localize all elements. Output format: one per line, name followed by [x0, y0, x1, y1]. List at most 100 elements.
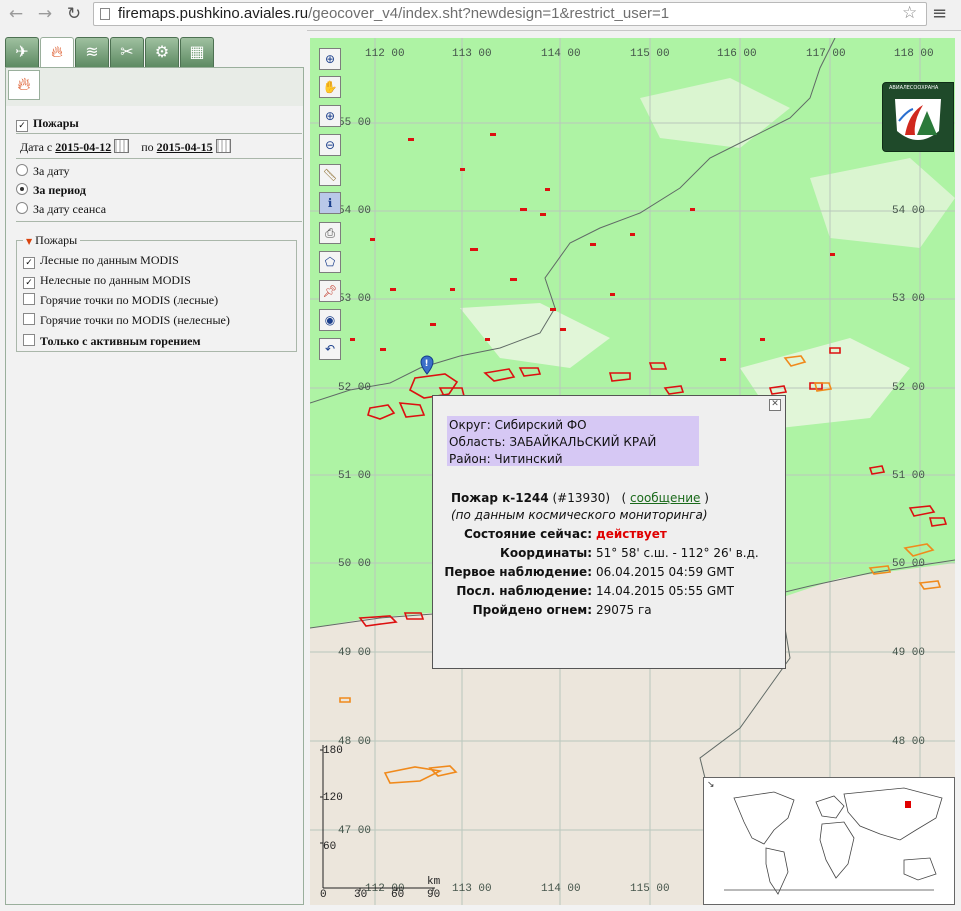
measure-button[interactable]: 📏︎	[319, 164, 341, 186]
cloud-patch	[460, 303, 610, 368]
status-value: действует	[596, 527, 667, 541]
layer-hotspots-nonforest[interactable]: Горячие точки по MODIS (нелесные)	[23, 313, 230, 328]
radio-label: За период	[33, 183, 86, 197]
globe-button[interactable]: ◉	[319, 309, 341, 331]
zoom-out-button[interactable]: ⊖	[319, 134, 341, 156]
layers-icon: ≋	[85, 42, 99, 61]
fire-title: Пожар к-1244	[451, 491, 549, 505]
radio-by-period[interactable]: За период	[16, 183, 86, 198]
scale-y-label: 120	[323, 792, 343, 804]
scale-x-label: 0	[320, 889, 327, 901]
radio-label: За дату сеанса	[33, 202, 107, 216]
polygon-select-icon: ⬠	[324, 255, 336, 269]
overview-map[interactable]: ↘	[703, 777, 955, 905]
layer-active-burning[interactable]: Только с активным горением	[23, 334, 201, 349]
radio-by-session-date[interactable]: За дату сеанса	[16, 202, 106, 217]
tab-table[interactable]: ▦	[180, 37, 214, 67]
tools-icon: ✂	[120, 42, 134, 61]
checkbox[interactable]: ✓	[23, 257, 35, 269]
satellite-icon: ✈	[15, 42, 29, 61]
undo-button[interactable]: ↶	[319, 338, 341, 360]
lat-label: 50 00	[892, 558, 926, 570]
select-area-button[interactable]: ⬠	[319, 251, 341, 273]
calendar-icon[interactable]	[114, 139, 130, 153]
scale-x-label: 60	[391, 889, 405, 901]
date-from-link[interactable]: 2015-04-12	[55, 140, 111, 154]
forward-icon[interactable]: →	[34, 3, 56, 25]
divider	[16, 133, 302, 134]
page-icon	[100, 8, 110, 20]
layer-hotspots-forest[interactable]: Горячие точки по MODIS (лесные)	[23, 293, 218, 308]
add-marker-button[interactable]: 📌︎	[319, 280, 341, 302]
tab-settings[interactable]: ⚙	[145, 37, 179, 67]
oblast-text: Область: ЗАБАЙКАЛЬСКИЙ КРАЙ	[449, 435, 657, 449]
fire-info-popup: ✕ Округ: Сибирский ФО Область: ЗАБАЙКАЛЬ…	[432, 395, 786, 669]
svg-text:!: !	[425, 359, 429, 369]
lat-label: 51 00	[892, 470, 926, 482]
checkbox[interactable]	[23, 334, 35, 346]
world-map	[724, 787, 943, 895]
print-button[interactable]: ⎙	[319, 222, 341, 244]
zoom-extent-button[interactable]: ⊕	[319, 48, 341, 70]
radio-button[interactable]	[16, 164, 28, 176]
back-icon[interactable]: ←	[5, 3, 27, 25]
reload-icon[interactable]: ↻	[63, 3, 85, 25]
date-to-label: по	[141, 140, 154, 154]
okrug-text: Округ: Сибирский ФО	[449, 418, 587, 432]
layer-label: Горячие точки по MODIS (лесные)	[40, 293, 219, 307]
message-link[interactable]: сообщение	[630, 491, 700, 505]
map-view[interactable]: ! 112 00 113 00 114 00 115 00 116 00 117…	[310, 38, 955, 905]
hand-icon: ✋	[322, 80, 338, 94]
tab-layers[interactable]: ≋	[75, 37, 109, 67]
fire-title-row: Пожар к-1244 (#13930) ( сообщение )	[451, 491, 709, 505]
lat-label: 54 00	[892, 205, 926, 217]
lat-label: 54 00	[338, 205, 372, 217]
lat-label: 48 00	[892, 736, 926, 748]
bookmark-star-icon[interactable]: ☆	[902, 3, 917, 23]
lat-label: 52 00	[892, 382, 926, 394]
address-bar[interactable]: firemaps.pushkino.aviales.ru/geocover_v4…	[93, 2, 927, 26]
coords-value: 51° 58' с.ш. - 112° 26' в.д.	[596, 546, 759, 560]
checkbox[interactable]: ✓	[23, 277, 35, 289]
lat-label: 52 00	[338, 382, 372, 394]
lon-label: 116 00	[717, 48, 757, 60]
calendar-icon[interactable]	[215, 139, 231, 153]
lon-label: 118 00	[894, 48, 934, 60]
tab-satellite[interactable]: ✈	[5, 37, 39, 67]
radio-button[interactable]	[16, 183, 28, 195]
scale-x-label: 30	[354, 889, 368, 901]
radio-by-date[interactable]: За дату	[16, 164, 70, 179]
date-range-row: Дата с 2015-04-12 по 2015-04-15	[20, 139, 231, 155]
table-icon: ▦	[189, 42, 205, 61]
fires-checkbox[interactable]: ✓	[16, 120, 28, 132]
lat-label: 51 00	[338, 470, 372, 482]
checkbox[interactable]	[23, 293, 35, 305]
checkbox[interactable]	[23, 313, 35, 325]
collapse-icon[interactable]: ▼	[26, 237, 32, 246]
fires-checkbox-row[interactable]: ✓ Пожары	[16, 116, 79, 132]
zoom-in-button[interactable]: ⊕	[319, 105, 341, 127]
date-to-link[interactable]: 2015-04-15	[157, 140, 213, 154]
fire-id: (#13930)	[552, 491, 611, 505]
pan-button[interactable]: ✋	[319, 76, 341, 98]
tab-fires[interactable]: 🔥︎	[40, 37, 74, 68]
print-icon: ⎙	[325, 226, 335, 240]
url-host: firemaps.pushkino.aviales.ru	[118, 5, 309, 22]
globe-icon: ◉	[324, 313, 336, 327]
lon-label: 112 00	[365, 48, 405, 60]
fires-layer-group: ▼ Пожары ✓ Лесные по данным MODIS ✓ Нелесн…	[16, 233, 297, 352]
fire-spots	[350, 133, 835, 361]
layer-nonforest-modis[interactable]: ✓ Нелесные по данным MODIS	[23, 273, 191, 289]
location-marker: !	[420, 355, 434, 375]
lat-label: 53 00	[338, 293, 372, 305]
subtab-fires[interactable]: 🔥︎	[8, 70, 40, 100]
lat-label: 49 00	[892, 647, 926, 659]
burned-area-label: Пройдено огнем:	[472, 603, 592, 617]
tab-tools[interactable]: ✂	[110, 37, 144, 67]
radio-button[interactable]	[16, 202, 28, 214]
info-button[interactable]: ℹ	[319, 192, 341, 214]
close-icon[interactable]: ✕	[769, 399, 781, 411]
cloud-patch	[640, 78, 790, 148]
menu-icon[interactable]: ≡	[932, 3, 947, 24]
layer-forest-modis[interactable]: ✓ Лесные по данным MODIS	[23, 253, 179, 269]
